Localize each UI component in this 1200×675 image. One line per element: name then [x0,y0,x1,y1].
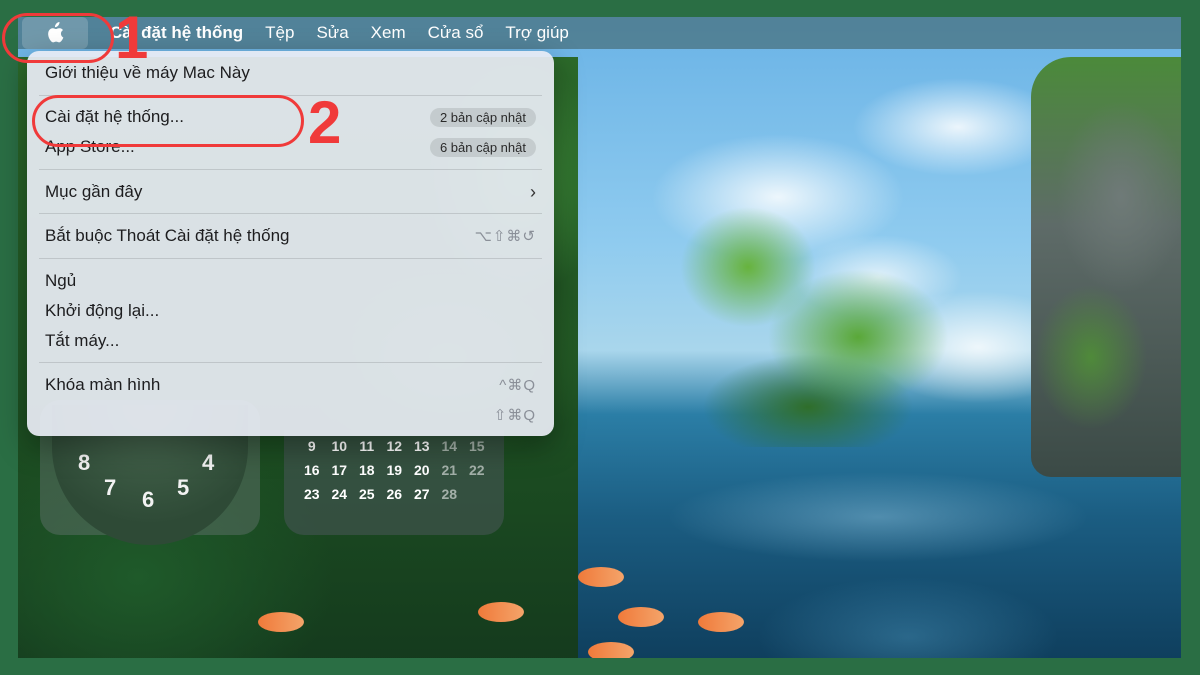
calendar-day: 10 [331,438,348,454]
menu-item-shutdown[interactable]: Tắt máy... [45,327,536,355]
wallpaper-fish [258,612,304,632]
log-out-shortcut: ⇧⌘Q [493,407,536,424]
menubar-view[interactable]: Xem [371,23,406,43]
clock-number-4: 4 [202,450,215,475]
menu-item-log-out[interactable]: ⇧⌘Q [45,401,536,429]
menubar-file[interactable]: Tệp [265,23,294,43]
force-quit-shortcut: ⌥⇧⌘↺ [474,228,536,245]
menu-item-lock-screen-label: Khóa màn hình [45,375,161,394]
calendar-day: 28 [441,486,458,502]
settings-update-badge: 2 bản cập nhật [429,107,536,127]
wallpaper-fish [578,567,624,587]
calendar-day: 11 [359,438,375,454]
annotation-ring-step-2 [32,95,304,147]
wallpaper-fish [698,612,744,632]
menu-separator [39,169,542,170]
calendar-grid: 9 10 11 12 13 14 15 16 17 18 19 20 21 22… [298,438,491,502]
menu-item-force-quit-label: Bắt buộc Thoát Cài đặt hệ thống [45,226,290,245]
calendar-day: 23 [303,486,320,502]
calendar-day: 26 [386,486,403,502]
menu-item-force-quit[interactable]: Bắt buộc Thoát Cài đặt hệ thống ⌥⇧⌘↺ [45,222,536,250]
menu-separator [39,258,542,259]
app-store-update-badge: 6 bản cập nhật [429,137,536,157]
menubar-edit[interactable]: Sửa [316,23,348,43]
calendar-day: 25 [358,486,375,502]
calendar-day: 18 [358,462,375,478]
menu-item-restart[interactable]: Khởi động lại... [45,297,536,325]
calendar-day: 14 [441,438,458,454]
wallpaper-cliff [1031,57,1181,477]
menu-item-lock-screen[interactable]: Khóa màn hình ^⌘Q [45,371,536,399]
clock-number-8: 8 [78,450,91,475]
wallpaper-water [578,457,1181,658]
chevron-right-icon: › [530,181,536,202]
calendar-day: 21 [441,462,458,478]
menu-item-recent-items[interactable]: Mục gần đây › [45,178,536,206]
wallpaper-trees [658,187,958,447]
wallpaper-fish [588,642,634,658]
annotation-step-1: 1 [115,4,149,71]
menu-item-sleep-label: Ngủ [45,271,77,290]
clock-number-5: 5 [177,475,190,500]
calendar-widget[interactable]: 9 10 11 12 13 14 15 16 17 18 19 20 21 22… [284,430,504,535]
calendar-day: 13 [413,438,430,454]
calendar-day: 12 [386,438,403,454]
calendar-day: 9 [307,438,316,454]
calendar-day [463,486,491,502]
calendar-day: 20 [413,462,430,478]
calendar-day: 15 [468,438,485,454]
wallpaper-fish [478,602,524,622]
calendar-day: 16 [303,462,320,478]
calendar-day: 17 [331,462,348,478]
menu-item-shutdown-label: Tắt máy... [45,331,120,350]
annotation-step-2: 2 [308,89,342,156]
menubar-help[interactable]: Trợ giúp [505,23,568,43]
calendar-day: 27 [413,486,430,502]
menubar-window[interactable]: Cửa sổ [428,23,484,43]
menu-separator [39,213,542,214]
clock-number-6: 6 [142,487,155,512]
menu-separator [39,362,542,363]
calendar-day: 24 [331,486,348,502]
menu-item-sleep[interactable]: Ngủ [45,267,536,295]
menu-item-recent-items-label: Mục gần đây [45,182,143,201]
lock-screen-shortcut: ^⌘Q [499,377,536,394]
annotation-ring-step-1 [2,13,114,63]
clock-number-7: 7 [104,475,117,500]
wallpaper-fish [618,607,664,627]
calendar-day: 19 [386,462,403,478]
menu-bar: Cài đặt hệ thống Tệp Sửa Xem Cửa sổ Trợ … [18,17,1181,49]
menu-item-restart-label: Khởi động lại... [45,301,160,320]
calendar-day: 22 [468,462,485,478]
